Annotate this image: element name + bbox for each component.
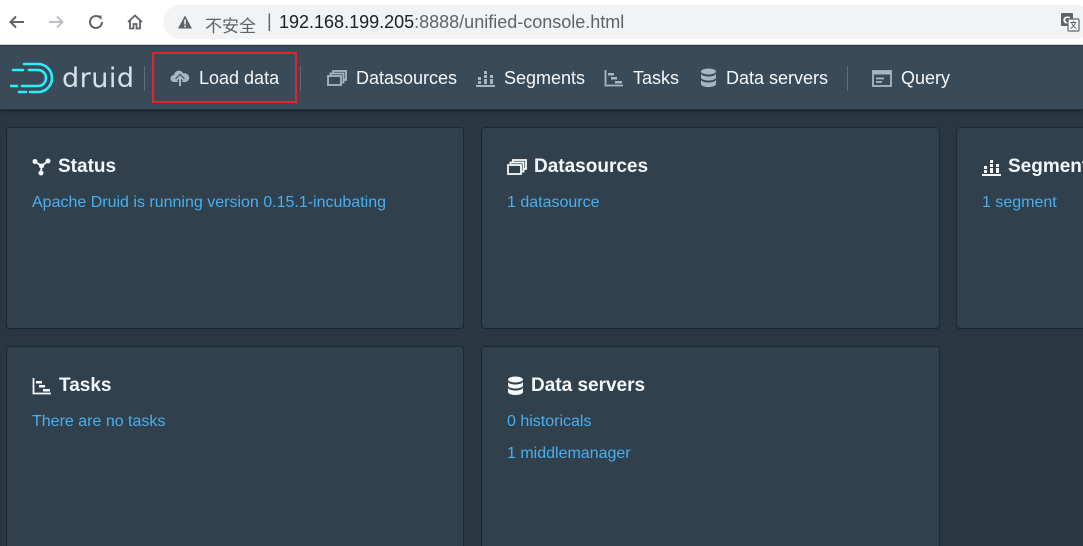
insecure-label: 不安全	[205, 17, 256, 37]
druid-logo-icon	[10, 62, 54, 94]
translate-icon[interactable]: G	[1060, 12, 1080, 32]
tasks-title-text: Tasks	[59, 375, 112, 396]
stacked-chart-icon	[982, 158, 1001, 176]
datasource-count-link[interactable]: 1 datasource	[507, 194, 600, 212]
address-bar[interactable]: 不安全 | 192.168.199.205:8888/unified-conso…	[163, 5, 1083, 39]
segments-title-text: Segments	[1008, 156, 1083, 177]
data-servers-card[interactable]: Data servers 0 historicals 1 middlemanag…	[482, 347, 939, 546]
nav-tasks[interactable]: Tasks	[604, 63, 679, 93]
forward-button[interactable]	[44, 10, 68, 34]
url-path: :8888/unified-console.html	[414, 12, 625, 32]
nav-query[interactable]: Query	[872, 63, 950, 93]
nav-segments[interactable]: Segments	[476, 63, 585, 93]
nav-data-servers[interactable]: Data servers	[700, 63, 828, 93]
home-button[interactable]	[123, 10, 147, 34]
segment-count-link[interactable]: 1 segment	[982, 194, 1057, 212]
tasks-card-title: Tasks	[32, 375, 111, 397]
url-text[interactable]: 192.168.199.205:8888/unified-console.htm…	[279, 12, 624, 33]
address-separator: |	[267, 11, 272, 31]
druid-logo[interactable]: druid	[10, 60, 135, 96]
database-icon	[507, 376, 524, 396]
multi-select-icon	[507, 159, 527, 175]
nav-data-servers-label: Data servers	[726, 67, 829, 88]
gantt-chart-icon	[604, 69, 624, 87]
app-header: druid Load data Datasources Segments Tas…	[0, 46, 1083, 110]
status-card-title: Status	[32, 156, 116, 178]
nav-divider	[847, 66, 848, 91]
segments-card[interactable]: Segments 1 segment	[957, 128, 1083, 328]
warning-icon[interactable]	[177, 14, 193, 30]
segments-card-title: Segments	[982, 156, 1083, 178]
datasources-card-title: Datasources	[507, 156, 648, 178]
tasks-status-link[interactable]: There are no tasks	[32, 413, 165, 431]
middlemanager-count-link[interactable]: 1 middlemanager	[507, 445, 631, 463]
status-card[interactable]: Status Apache Druid is running version 0…	[7, 128, 463, 328]
nav-datasources-label: Datasources	[356, 67, 458, 88]
logo-text: druid	[62, 62, 135, 94]
status-version-link[interactable]: Apache Druid is running version 0.15.1-i…	[32, 194, 386, 212]
gantt-chart-icon	[32, 377, 52, 395]
home-icon	[127, 14, 143, 30]
browser-toolbar: 不安全 | 192.168.199.205:8888/unified-conso…	[0, 0, 1083, 45]
nav-datasources[interactable]: Datasources	[327, 63, 457, 93]
multi-select-icon	[327, 70, 347, 86]
nav-query-label: Query	[901, 67, 951, 88]
nav-load-data-label: Load data	[199, 67, 280, 88]
status-title-text: Status	[58, 156, 117, 177]
tasks-card[interactable]: Tasks There are no tasks	[7, 347, 463, 546]
nav-divider	[144, 66, 145, 91]
cloud-upload-icon	[170, 69, 190, 87]
nav-tasks-label: Tasks	[633, 67, 680, 88]
datasources-title-text: Datasources	[534, 156, 649, 177]
application-icon	[872, 69, 892, 87]
historicals-count-link[interactable]: 0 historicals	[507, 413, 591, 431]
graph-icon	[32, 158, 51, 176]
datasources-card[interactable]: Datasources 1 datasource	[482, 128, 939, 328]
data-servers-card-title: Data servers	[507, 375, 645, 397]
arrow-right-icon	[49, 15, 64, 29]
back-button[interactable]	[5, 10, 29, 34]
reload-button[interactable]	[84, 10, 108, 34]
arrow-left-icon	[9, 15, 24, 29]
nav-divider	[300, 66, 301, 91]
database-icon	[700, 68, 717, 88]
url-host: 192.168.199.205	[279, 12, 415, 32]
reload-icon	[89, 14, 103, 29]
nav-load-data[interactable]: Load data	[170, 63, 279, 93]
nav-segments-label: Segments	[504, 67, 586, 88]
data-servers-title-text: Data servers	[531, 375, 646, 396]
stacked-chart-icon	[476, 69, 495, 87]
